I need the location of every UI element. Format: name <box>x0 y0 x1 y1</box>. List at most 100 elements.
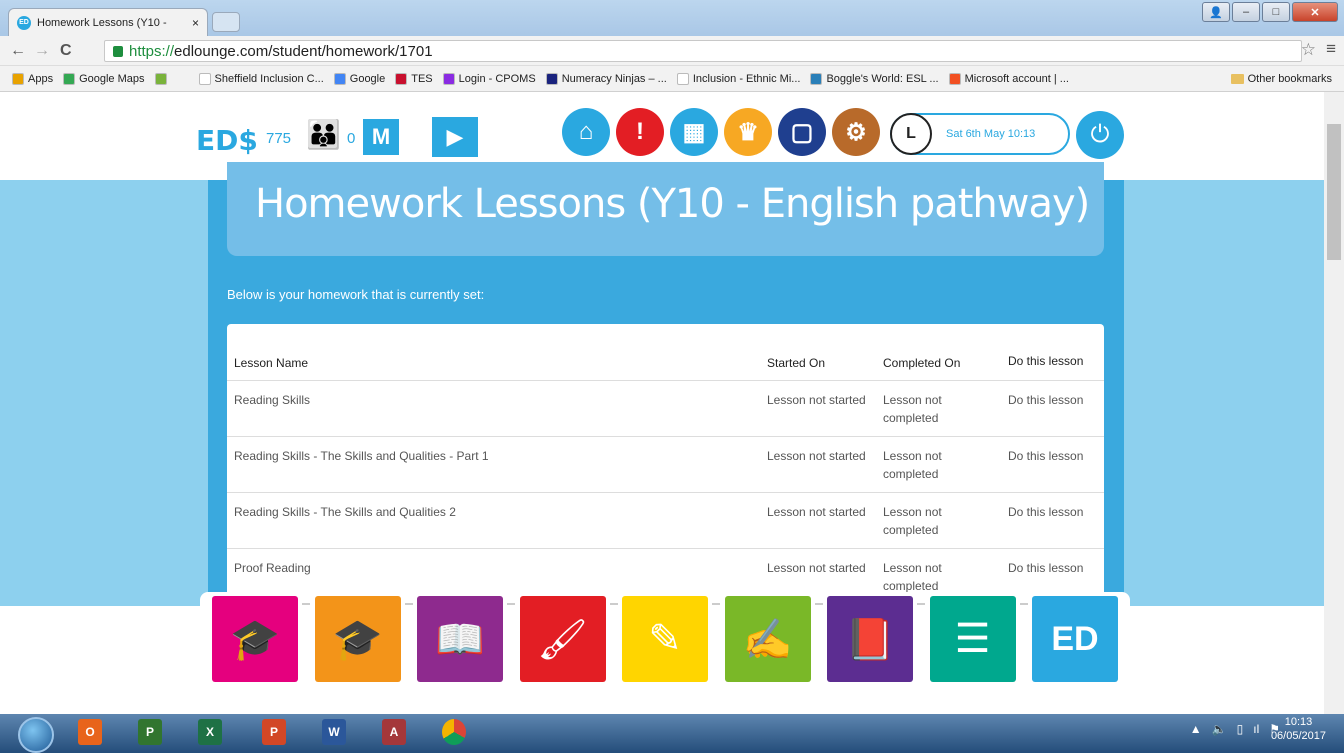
people-icon: 👪 <box>306 119 341 150</box>
col-completed-on: Completed On <box>876 324 1001 381</box>
graduates-tile[interactable]: 🎓 <box>212 596 298 682</box>
bookmark-item[interactable]: Sheffield Inclusion C... <box>198 72 324 85</box>
bookmark-item[interactable] <box>154 72 171 85</box>
do-this-lesson-link[interactable]: Do this lesson <box>1001 380 1104 437</box>
intro-text: Below is your homework that is currently… <box>227 287 485 302</box>
cell-name: Reading Skills - The Skills and Qualitie… <box>227 492 760 549</box>
do-this-lesson-link[interactable]: Do this lesson <box>1001 436 1104 493</box>
coin-count: 775 <box>266 130 292 147</box>
minimize-button[interactable]: – <box>1232 2 1260 22</box>
excel-taskbar-icon[interactable]: X <box>198 719 222 745</box>
bookmark-favicon-icon <box>545 72 558 85</box>
bookmark-star-icon[interactable]: ☆ <box>1301 40 1316 60</box>
chrome-taskbar-icon[interactable] <box>442 719 466 745</box>
tile-separator <box>404 603 413 605</box>
date-time-text: Sat 6th May 10:13 <box>946 128 1036 140</box>
checklist-tile[interactable]: ☰ <box>929 596 1016 682</box>
bookmark-label: Boggle's World: ESL ... <box>826 72 939 85</box>
user-icon[interactable]: 👤 <box>1202 2 1230 22</box>
bookmark-label: Microsoft account | ... <box>964 72 1069 85</box>
url-protocol: https:// <box>129 42 175 60</box>
bookmark-item[interactable]: Apps <box>12 72 53 85</box>
col-started-on: Started On <box>760 324 876 381</box>
browser-toolbar: ← → C https://edlounge.com/student/homew… <box>0 36 1344 66</box>
page-title: Homework Lessons (Y10 - English pathway) <box>255 181 1090 227</box>
bookmarks-bar: Apps Google Maps Sheffield Inclusion C... G… <box>0 66 1344 92</box>
tile-separator <box>609 603 618 605</box>
cell-completed: Lesson not completed <box>876 380 1001 437</box>
book-tile[interactable]: 📕 <box>827 596 913 682</box>
alert-icon[interactable]: ! <box>616 108 664 156</box>
bookmark-item[interactable]: Login - CPOMS <box>442 72 536 85</box>
system-clock[interactable]: 10:13 06/05/2017 <box>1271 715 1326 743</box>
table-row: Reading Skills - The Skills and Qualitie… <box>227 436 1104 493</box>
chat-icon[interactable]: ▢ <box>778 108 826 156</box>
bookmark-favicon-icon <box>442 72 455 85</box>
bookmark-label: Google Maps <box>79 72 145 85</box>
page-viewport: ED$ 775 👪 0 M ▶ ⌂! ▦ ♛ ▢ ⚙ L Sat 6th May 10:… <box>0 92 1324 714</box>
tab-close-icon[interactable]: × <box>192 16 199 30</box>
bookmark-item[interactable]: Microsoft account | ... <box>948 72 1069 85</box>
do-this-lesson-link[interactable]: Do this lesson <box>1001 492 1104 549</box>
eds-logo: ED$ <box>196 124 258 157</box>
folder-icon <box>1230 74 1244 84</box>
bookmark-item[interactable]: Inclusion - Ethnic Mi... <box>676 72 800 85</box>
close-window-button[interactable]: ✕ <box>1292 2 1338 22</box>
homework-table: Lesson Name Started On Completed On Do t… <box>227 324 1104 605</box>
other-bookmarks[interactable]: Other bookmarks <box>1230 66 1332 92</box>
bookmark-favicon-icon <box>948 72 961 85</box>
bookmark-item[interactable]: Numeracy Ninjas – ... <box>545 72 667 85</box>
bookmark-item[interactable]: TES <box>395 72 433 85</box>
reading-tile[interactable]: 📖 <box>417 596 503 682</box>
bookmark-favicon-icon <box>810 72 823 85</box>
bookmark-item[interactable]: Boggle's World: ESL ... <box>810 72 939 85</box>
edlounge-favicon-icon: ED <box>17 15 31 30</box>
forward-icon[interactable]: → <box>34 42 50 60</box>
ed-tile[interactable]: ED <box>1032 596 1118 682</box>
writing-tile[interactable]: ✎ <box>622 596 708 682</box>
powerpoint-taskbar-icon[interactable]: P <box>262 719 286 745</box>
cell-completed: Lesson not completed <box>876 436 1001 493</box>
logout-power-icon[interactable]: ⏻ <box>1076 111 1124 159</box>
maximize-button[interactable]: □ <box>1262 2 1290 22</box>
home-icon[interactable]: ⌂ <box>562 108 610 156</box>
table-row: Reading Skills Lesson not started Lesson n… <box>227 380 1104 437</box>
outlook-taskbar-icon[interactable]: O <box>78 719 102 745</box>
start-button[interactable] <box>18 717 54 753</box>
scrollbar-thumb[interactable] <box>1327 124 1341 260</box>
bookmark-favicon-icon <box>198 72 211 85</box>
bookmark-favicon-icon <box>12 72 24 85</box>
browser-tab[interactable]: ED Homework Lessons (Y10 - × <box>8 8 208 36</box>
signal-icon[interactable]: ıl <box>1253 722 1259 736</box>
clock-icon: L <box>890 113 932 155</box>
cell-completed: Lesson not completed <box>876 492 1001 549</box>
study-tile[interactable]: ✍ <box>724 596 811 682</box>
bookmark-item[interactable]: Google <box>333 72 385 85</box>
settings-icon[interactable]: ⚙ <box>832 108 880 156</box>
battery-icon[interactable]: ▯ <box>1237 722 1244 736</box>
tab-title: Homework Lessons (Y10 - <box>37 16 167 29</box>
system-time: 10:13 <box>1284 716 1313 728</box>
bookmark-favicon-icon <box>63 72 76 85</box>
access-taskbar-icon[interactable]: A <box>382 719 406 745</box>
volume-icon[interactable]: 🔈 <box>1212 722 1227 736</box>
art-tile[interactable]: 🖌 <box>519 596 606 682</box>
tray-expand-icon[interactable]: ▲ <box>1190 722 1202 736</box>
trophy-icon[interactable]: ♛ <box>724 108 772 156</box>
bookmark-item[interactable]: Google Maps <box>63 72 145 85</box>
address-bar[interactable]: https://edlounge.com/student/homework/17… <box>104 40 1302 62</box>
chrome-menu-icon[interactable]: ≡ <box>1326 39 1336 59</box>
m-button[interactable]: M <box>363 119 399 155</box>
bookmark-label: Sheffield Inclusion C... <box>214 72 324 85</box>
new-tab-button[interactable] <box>212 12 240 32</box>
video-play-icon[interactable]: ▶ <box>432 117 478 157</box>
bookmark-favicon-icon <box>395 72 408 85</box>
calendar-icon[interactable]: ▦ <box>670 108 718 156</box>
project-taskbar-icon[interactable]: P <box>138 719 162 745</box>
word-taskbar-icon[interactable]: W <box>322 719 346 745</box>
back-icon[interactable]: ← <box>10 42 26 60</box>
mortarboard-tile[interactable]: 🎓 <box>314 596 401 682</box>
cell-started: Lesson not started <box>760 492 876 549</box>
lock-icon <box>113 45 123 57</box>
reload-icon[interactable]: C <box>60 42 72 60</box>
